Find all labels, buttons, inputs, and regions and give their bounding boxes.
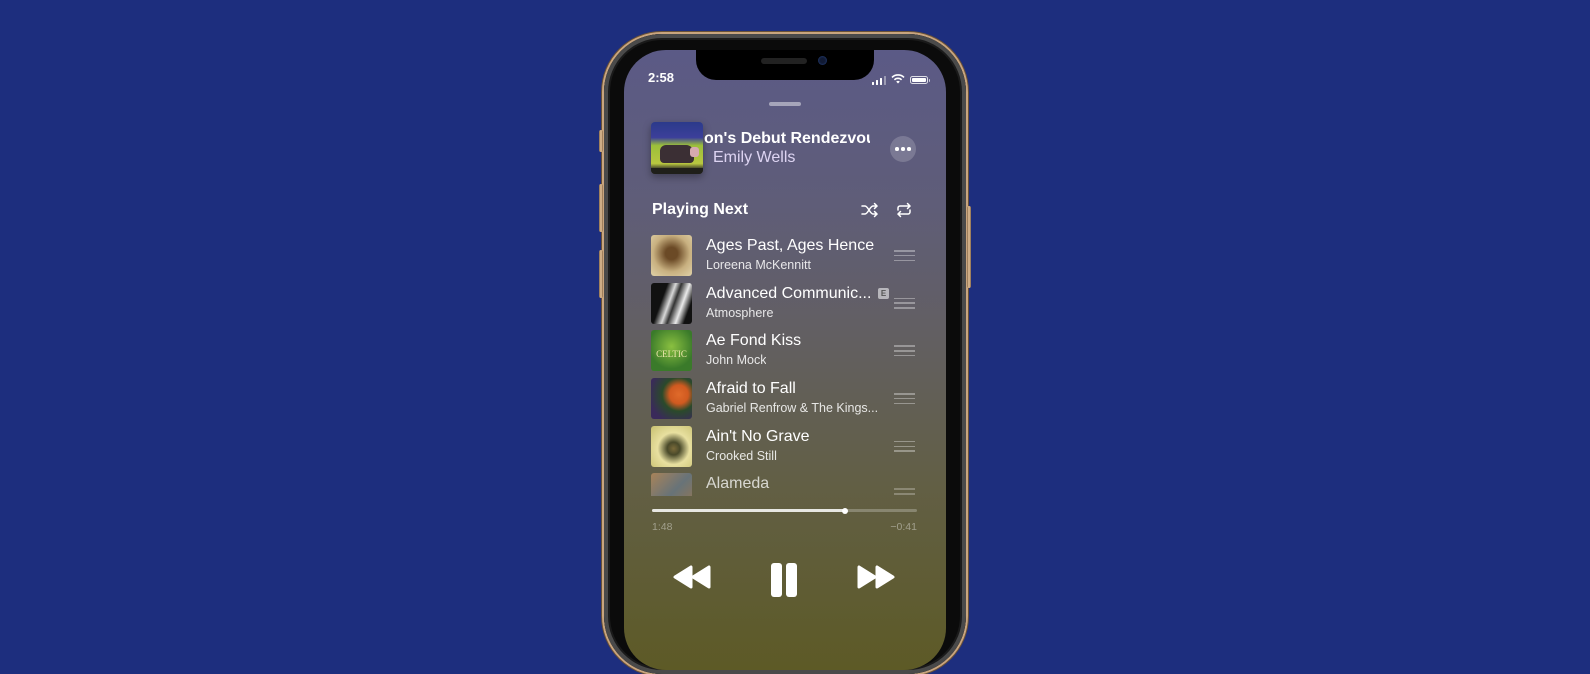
shuffle-button[interactable]	[861, 202, 879, 218]
track-title: Afraid to Fall	[706, 380, 796, 398]
more-options-button[interactable]	[890, 136, 916, 162]
shuffle-icon	[861, 202, 879, 218]
playback-scrubber[interactable]	[652, 507, 917, 514]
power-button	[967, 206, 971, 288]
pause-button[interactable]	[768, 562, 800, 598]
reorder-handle-icon[interactable]	[894, 297, 915, 309]
reorder-handle-icon[interactable]	[894, 393, 915, 405]
queue-track[interactable]: Afraid to Fall Gabriel Renfrow & The Kin…	[651, 377, 921, 425]
track-artwork	[651, 235, 692, 276]
fast-forward-button[interactable]	[856, 564, 896, 590]
wifi-icon	[891, 71, 905, 89]
silent-switch	[599, 130, 603, 152]
elapsed-time: 1:48	[652, 521, 673, 533]
sheet-grabber[interactable]	[769, 102, 801, 106]
reorder-handle-icon[interactable]	[894, 488, 915, 496]
track-title: Ages Past, Ages Hence	[706, 237, 875, 254]
more-options-icon	[895, 147, 899, 151]
status-time: 2:58	[648, 70, 675, 85]
track-artwork	[651, 425, 692, 467]
scrubber-knob[interactable]	[842, 507, 849, 514]
track-title: Ain't No Grave	[706, 427, 810, 445]
volume-down-button	[599, 250, 603, 298]
queue-track[interactable]: Ain't No Grave Crooked Still	[651, 425, 921, 473]
music-app-screen: 2:58 on's Debut Rendezvou Emily Wells Pl…	[624, 50, 946, 670]
pause-icon	[771, 563, 797, 597]
track-artwork	[651, 282, 692, 324]
track-artist: Atmosphere	[706, 305, 774, 320]
now-playing-artist[interactable]: Emily Wells	[713, 149, 795, 167]
track-title: Advanced Communic...	[706, 284, 872, 302]
track-title: Ae Fond Kiss	[706, 332, 802, 350]
playing-next-header: Playing Next	[652, 201, 749, 218]
reorder-handle-icon[interactable]	[894, 250, 915, 261]
progress-fill	[652, 509, 846, 512]
status-icons	[871, 71, 930, 89]
track-artist: Crooked Still	[706, 448, 777, 463]
reorder-handle-icon[interactable]	[894, 440, 915, 452]
track-artwork	[651, 378, 692, 420]
queue-track[interactable]: CELTIC Ae Fond Kiss John Mock	[651, 329, 921, 377]
track-artist: Loreena McKennitt	[706, 258, 811, 272]
now-playing-artwork[interactable]	[651, 122, 703, 174]
battery-icon	[910, 76, 930, 84]
track-artist: John Mock	[706, 353, 767, 368]
track-title: Alameda	[706, 475, 770, 493]
queue-track[interactable]: Advanced Communic... E Atmosphere	[651, 282, 921, 330]
rewind-button[interactable]	[672, 564, 712, 590]
iphone-device: 2:58 on's Debut Rendezvou Emily Wells Pl…	[599, 34, 971, 674]
explicit-badge: E	[878, 287, 889, 299]
volume-up-button	[599, 184, 603, 232]
queue-track[interactable]: Ages Past, Ages Hence Loreena McKennitt	[651, 234, 921, 282]
repeat-button[interactable]	[895, 202, 913, 218]
repeat-icon	[896, 202, 912, 218]
track-artist: Gabriel Renfrow & The Kings...	[706, 401, 879, 416]
reorder-handle-icon[interactable]	[894, 345, 915, 357]
speaker-grille	[761, 58, 807, 64]
now-playing-title: on's Debut Rendezvou	[704, 130, 870, 147]
notch	[696, 50, 874, 80]
playing-next-list: Ages Past, Ages Hence Loreena McKennitt …	[651, 234, 921, 497]
track-artwork	[651, 473, 692, 497]
track-artwork: CELTIC	[651, 330, 692, 372]
cellular-signal-icon	[871, 75, 886, 85]
rewind-icon	[673, 565, 711, 589]
remaining-time: −0:41	[890, 521, 917, 533]
fast-forward-icon	[857, 565, 895, 589]
front-camera	[818, 56, 827, 65]
queue-track[interactable]: Alameda	[651, 472, 921, 497]
